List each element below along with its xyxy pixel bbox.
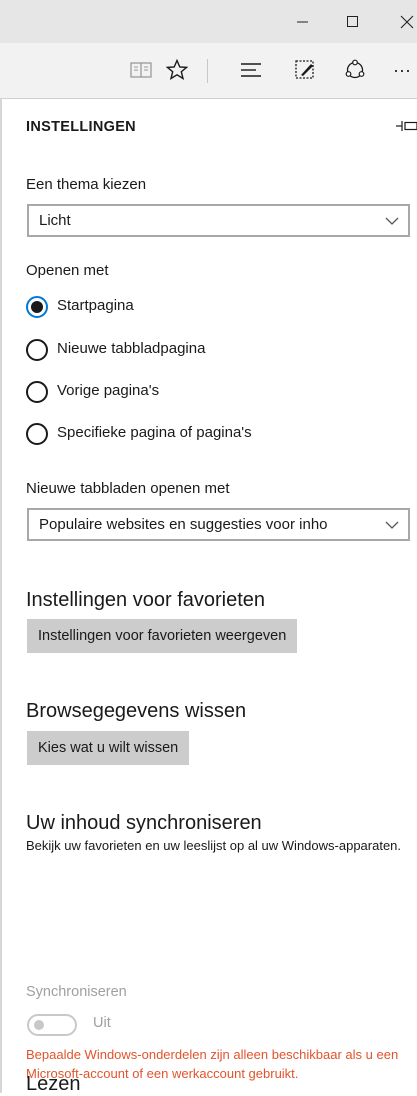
maximize-button[interactable] xyxy=(330,0,376,43)
theme-selected-value: Licht xyxy=(39,212,71,229)
radio-previous-pages-label[interactable]: Vorige pagina's xyxy=(57,382,159,399)
hub-icon xyxy=(241,63,261,77)
minimize-button[interactable] xyxy=(280,0,326,43)
favorites-settings-button[interactable]: Instellingen voor favorieten weergeven xyxy=(27,619,298,653)
theme-dropdown[interactable]: Licht xyxy=(27,204,410,237)
sync-heading: Uw inhoud synchroniseren xyxy=(26,812,262,834)
web-note-icon xyxy=(295,60,314,79)
new-tabs-label: Nieuwe tabbladen openen met xyxy=(26,480,230,497)
sync-description: Bekijk uw favorieten en uw leeslijst op … xyxy=(26,838,402,853)
reading-view-button[interactable] xyxy=(126,55,156,85)
radio-start-page-label[interactable]: Startpagina xyxy=(57,297,134,314)
close-button[interactable] xyxy=(384,0,417,43)
toolbar-separator xyxy=(207,59,208,83)
maximize-icon xyxy=(347,15,358,27)
favorites-heading: Instellingen voor favorieten xyxy=(26,589,266,611)
theme-label: Een thema kiezen xyxy=(26,176,147,193)
title-bar xyxy=(0,0,417,43)
favorites-star-icon xyxy=(166,59,188,80)
close-icon xyxy=(400,15,414,28)
panel-title: INSTELLINGEN xyxy=(26,119,136,135)
radio-specific-pages[interactable] xyxy=(26,423,48,445)
favorites-button[interactable] xyxy=(162,55,192,85)
reading-view-icon xyxy=(130,62,152,78)
radio-start-page[interactable] xyxy=(26,296,48,318)
sync-toggle-state: Uit xyxy=(93,1015,111,1031)
pin-button[interactable] xyxy=(396,118,417,136)
radio-new-tab-page[interactable] xyxy=(26,339,48,361)
radio-previous-pages[interactable] xyxy=(26,381,48,403)
radio-specific-pages-label[interactable]: Specifieke pagina of pagina's xyxy=(57,424,252,441)
more-button[interactable]: ··· xyxy=(393,55,417,85)
chevron-down-icon xyxy=(385,520,399,530)
sync-warning: Bepaalde Windows-onderdelen zijn alleen … xyxy=(26,1047,399,1081)
share-icon xyxy=(345,59,365,79)
sync-toggle-label: Synchroniseren xyxy=(26,984,127,1000)
open-with-label: Openen met xyxy=(26,262,109,279)
web-note-button[interactable] xyxy=(290,55,320,85)
pin-icon xyxy=(396,121,417,131)
clear-data-button[interactable]: Kies wat u wilt wissen xyxy=(27,731,190,765)
minimize-icon xyxy=(297,21,308,22)
new-tabs-dropdown[interactable]: Populaire websites en suggesties voor in… xyxy=(27,508,410,541)
clear-data-heading: Browsegegevens wissen xyxy=(26,700,247,722)
more-icon: ··· xyxy=(393,59,411,80)
hub-button[interactable] xyxy=(236,55,266,85)
radio-new-tab-page-label[interactable]: Nieuwe tabbladpagina xyxy=(57,340,205,357)
chevron-down-icon xyxy=(385,217,399,225)
new-tabs-selected-value: Populaire websites en suggesties voor in… xyxy=(39,516,328,533)
share-button[interactable] xyxy=(340,55,370,85)
browser-toolbar: ··· xyxy=(0,43,417,99)
sync-toggle[interactable] xyxy=(27,1014,77,1036)
